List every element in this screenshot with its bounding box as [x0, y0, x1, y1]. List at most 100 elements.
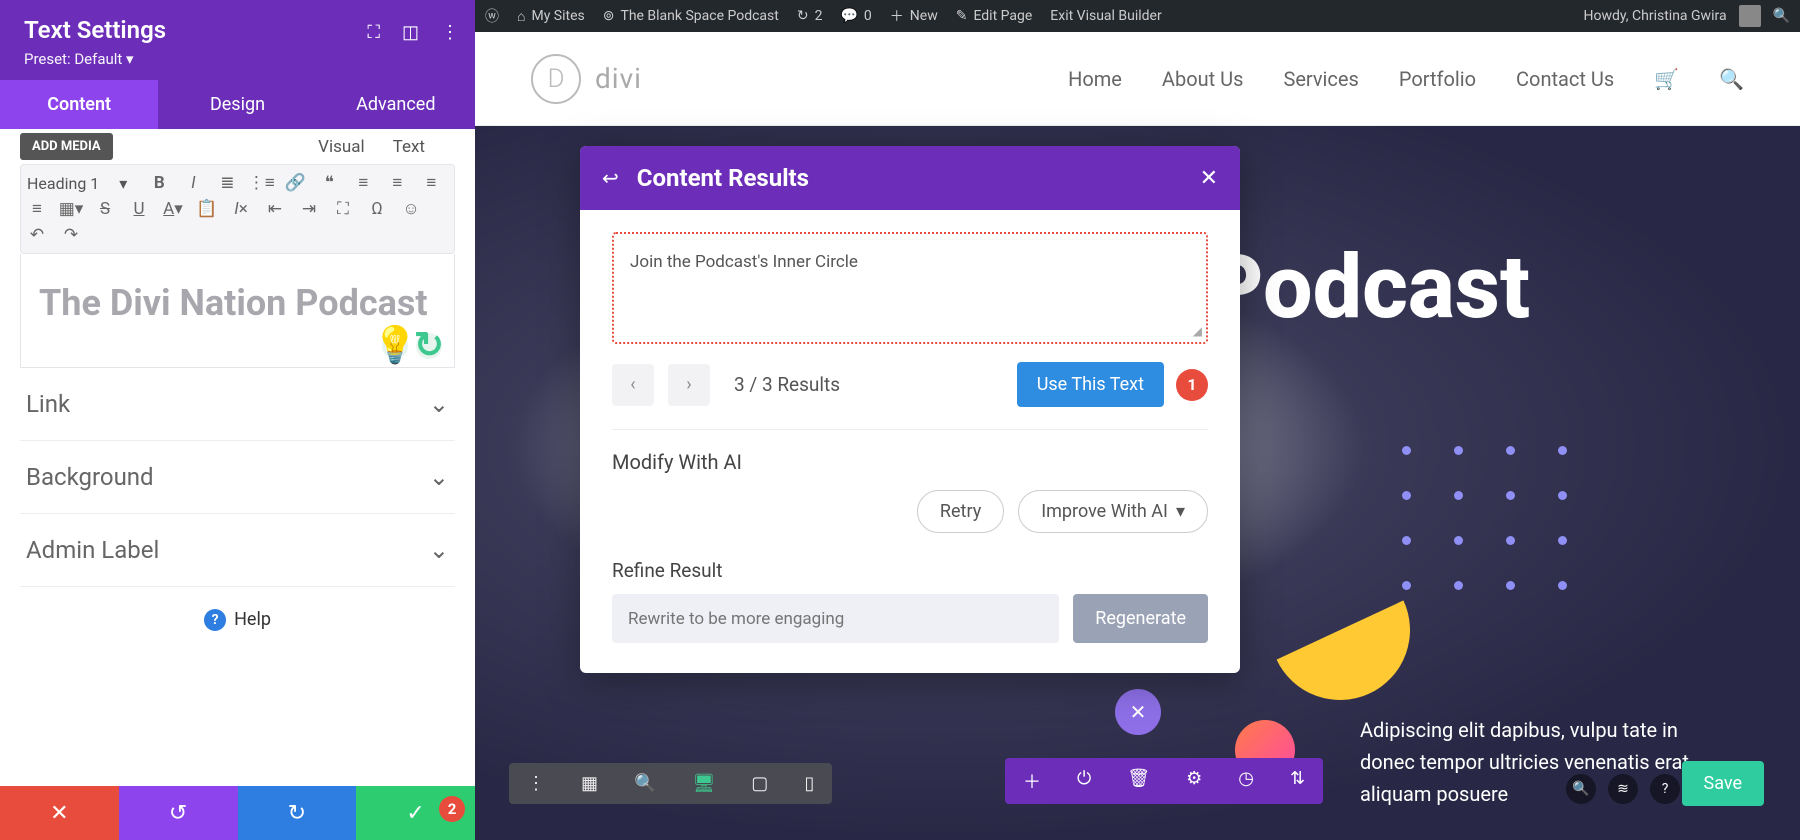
align-right-icon[interactable]: ≡ [421, 173, 441, 193]
expand-icon[interactable]: ⛶ [367, 22, 380, 43]
primary-nav: Home About Us Services Portfolio Contact… [1068, 67, 1744, 91]
sort-icon[interactable]: ⇅ [1290, 768, 1305, 794]
quote-icon[interactable]: ❝ [319, 173, 339, 193]
heading-selector[interactable]: Heading 1 ▾ [27, 174, 127, 193]
layers-icon[interactable]: ≋ [1608, 774, 1638, 804]
numbered-list-icon[interactable]: ⋮≡ [251, 173, 271, 193]
strikethrough-icon[interactable]: S [95, 199, 115, 219]
undo-icon[interactable]: ↶ [27, 225, 47, 245]
howdy-label: Howdy, Christina Gwira [1584, 8, 1727, 24]
site-logo[interactable]: D divi [531, 54, 642, 104]
paste-icon[interactable]: 📋 [197, 199, 217, 219]
desktop-view-icon[interactable]: 🖥 [692, 773, 715, 794]
refine-input[interactable] [612, 594, 1059, 643]
edit-page-link[interactable]: ✎ Edit Page [956, 8, 1033, 24]
regenerate-button[interactable]: Regenerate [1073, 594, 1208, 643]
history-icon[interactable]: ◷ [1238, 768, 1254, 794]
nav-portfolio[interactable]: Portfolio [1399, 67, 1476, 91]
text-color-icon[interactable]: A ▾ [163, 199, 183, 219]
phone-view-icon[interactable]: ▯ [804, 773, 814, 794]
nav-services[interactable]: Services [1283, 67, 1358, 91]
comments-link[interactable]: 💬 0 [840, 8, 871, 24]
gear-icon[interactable]: ⚙ [1186, 768, 1202, 794]
tablet-view-icon[interactable]: ▢ [751, 773, 768, 794]
retry-button[interactable]: Retry [917, 490, 1004, 533]
save-button[interactable]: Save [1682, 761, 1765, 806]
section-close-fab[interactable]: ✕ [1115, 689, 1161, 735]
align-left-icon[interactable]: ≡ [353, 173, 373, 193]
confirm-button[interactable]: ✓2 [356, 786, 475, 840]
resize-handle-icon[interactable]: ◢ [1193, 324, 1202, 338]
new-link[interactable]: ＋ New [890, 6, 938, 26]
cart-icon[interactable]: 🛒 [1654, 67, 1679, 91]
accordion-link-label: Link [26, 390, 70, 418]
prev-result-button[interactable]: ‹ [612, 364, 654, 406]
confirm-badge: 2 [439, 796, 465, 822]
outdent-icon[interactable]: ⇤ [265, 199, 285, 219]
toolbar-kebab-icon[interactable]: ⋮ [527, 773, 545, 794]
power-icon[interactable]: ⏻ [1077, 768, 1091, 794]
discard-button[interactable]: ✕ [0, 786, 119, 840]
accordion-admin-label[interactable]: Admin Label⌄ [20, 514, 455, 587]
accordion-background[interactable]: Background⌄ [20, 441, 455, 514]
howdy-user[interactable]: Howdy, Christina Gwira [1584, 5, 1761, 27]
back-icon[interactable]: ↩ [602, 166, 619, 190]
tab-content[interactable]: Content [0, 80, 158, 129]
search-icon[interactable]: 🔍 [1773, 8, 1790, 24]
search-icon[interactable]: 🔍 [1719, 67, 1744, 91]
ai-refresh-icon[interactable]: ↻ [416, 333, 442, 359]
result-textbox[interactable]: Join the Podcast's Inner Circle ◢ [612, 232, 1208, 344]
nav-contact[interactable]: Contact Us [1516, 67, 1614, 91]
emoji-icon[interactable]: ☺ [401, 199, 421, 219]
bullet-list-icon[interactable]: ≣ [217, 173, 237, 193]
find-icon[interactable]: 🔍 [1566, 774, 1596, 804]
exit-visual-builder-link[interactable]: Exit Visual Builder [1050, 8, 1161, 24]
logo-icon: D [531, 54, 581, 104]
bold-icon[interactable]: B [149, 173, 169, 193]
editor-text-tab[interactable]: Text [393, 137, 425, 157]
editor-visual-tab[interactable]: Visual [318, 137, 364, 157]
chevron-down-icon: ⌄ [429, 390, 449, 418]
snap-icon[interactable]: ◫ [402, 22, 419, 43]
redo-icon[interactable]: ↷ [61, 225, 81, 245]
close-icon[interactable]: ✕ [1200, 166, 1218, 191]
nav-home[interactable]: Home [1068, 67, 1122, 91]
align-center-icon[interactable]: ≡ [387, 173, 407, 193]
improve-with-ai-button[interactable]: Improve With AI ▾ [1018, 490, 1208, 533]
accordion-link[interactable]: Link ⌄ [20, 368, 455, 441]
tab-design[interactable]: Design [158, 80, 316, 129]
indent-icon[interactable]: ⇥ [299, 199, 319, 219]
zoom-icon[interactable]: 🔍 [634, 773, 656, 794]
fullscreen-icon[interactable]: ⛶ [333, 199, 353, 219]
italic-icon[interactable]: I [183, 173, 203, 193]
special-char-icon[interactable]: Ω [367, 199, 387, 219]
align-justify-icon[interactable]: ≡ [27, 199, 47, 219]
my-sites-link[interactable]: ⌂ My Sites [517, 8, 585, 25]
kebab-icon[interactable]: ⋮ [441, 22, 459, 43]
clear-format-icon[interactable]: I× [231, 199, 251, 219]
trash-icon[interactable]: 🗑 [1127, 768, 1150, 794]
underline-icon[interactable]: U [129, 199, 149, 219]
preset-selector[interactable]: Preset: Default ▾ [24, 50, 451, 68]
undo-button[interactable]: ↺ [119, 786, 238, 840]
link-icon[interactable]: 🔗 [285, 173, 305, 193]
table-icon[interactable]: ▦▾ [61, 199, 81, 219]
edit-page-label: Edit Page [973, 8, 1032, 24]
help-fab-icon[interactable]: ? [1650, 774, 1680, 804]
add-icon[interactable]: ＋ [1023, 768, 1041, 794]
updates-link[interactable]: ↻ 2 [797, 8, 823, 24]
content-results-modal: ↩ Content Results ✕ Join the Podcast's I… [580, 146, 1240, 673]
use-this-text-button[interactable]: Use This Text [1017, 362, 1164, 407]
help-link[interactable]: ?Help [20, 587, 455, 653]
site-name-link[interactable]: ⊚ The Blank Space Podcast [603, 8, 779, 24]
tab-advanced[interactable]: Advanced [317, 80, 475, 129]
next-result-button[interactable]: › [668, 364, 710, 406]
wireframe-icon[interactable]: ▦ [581, 773, 598, 794]
help-icon: ? [204, 609, 226, 631]
redo-button[interactable]: ↻ [238, 786, 357, 840]
nav-about[interactable]: About Us [1162, 67, 1244, 91]
ai-suggest-icon[interactable]: 💡 [382, 333, 408, 359]
wp-logo-icon[interactable]: ⓦ [485, 6, 499, 26]
add-media-button[interactable]: ADD MEDIA [20, 133, 113, 160]
text-editor[interactable]: The Divi Nation Podcast 💡 ↻ [20, 254, 455, 368]
